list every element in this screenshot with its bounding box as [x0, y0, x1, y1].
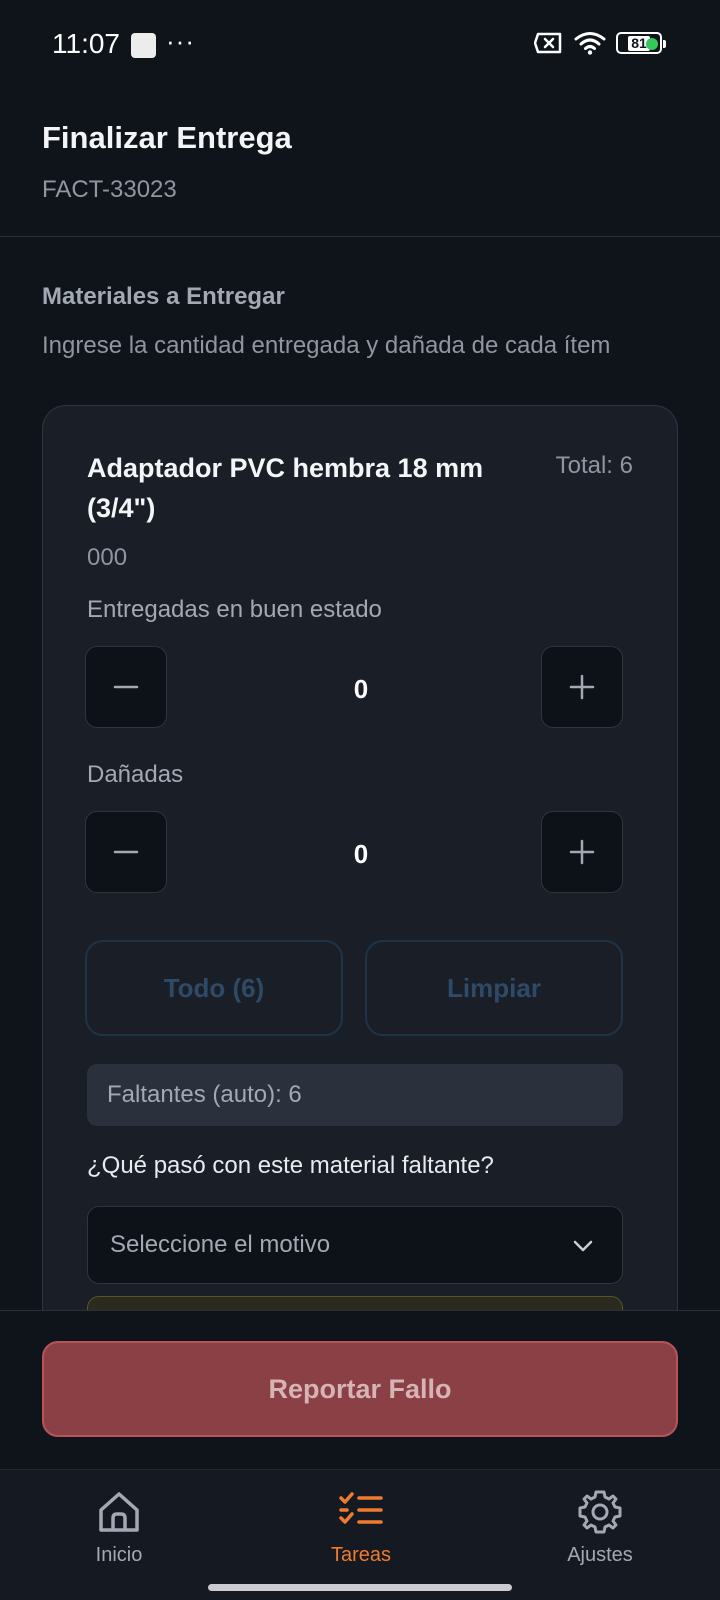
- notification-square-icon: [131, 33, 156, 58]
- nav-item-inicio[interactable]: Inicio: [39, 1488, 199, 1567]
- nav-label-inicio: Inicio: [95, 1544, 143, 1566]
- report-failure-button[interactable]: Reportar Fallo: [42, 1341, 678, 1437]
- page-header: Finalizar Entrega FACT-33023: [0, 90, 720, 237]
- page-title: Finalizar Entrega: [42, 120, 292, 155]
- wifi-icon: [574, 32, 606, 55]
- action-footer: Reportar Fallo: [0, 1310, 720, 1470]
- section-title: Materiales a Entregar: [42, 283, 285, 310]
- status-time: 11:07: [52, 28, 120, 59]
- damaged-quantity-label: Dañadas: [87, 761, 184, 788]
- home-indicator[interactable]: [208, 1584, 512, 1591]
- task-list-icon: [339, 1492, 383, 1524]
- material-total: Total: 6: [555, 452, 633, 479]
- good-quantity-value: 0: [353, 674, 369, 704]
- status-bar: 11:07 ··· 81: [0, 0, 720, 90]
- fill-all-button[interactable]: Todo (6): [85, 940, 343, 1036]
- nav-item-tareas[interactable]: Tareas: [281, 1488, 441, 1567]
- plus-icon: [569, 674, 595, 700]
- good-increment-button[interactable]: [541, 646, 623, 728]
- minus-icon: [113, 850, 139, 854]
- nav-label-tareas: Tareas: [330, 1544, 392, 1566]
- damaged-quantity-value: 0: [353, 839, 369, 869]
- damaged-decrement-button[interactable]: [85, 811, 167, 893]
- material-name: Adaptador PVC hembra 18 mm (3/4"): [87, 453, 484, 523]
- bottom-navigation: Inicio Tareas Ajustes: [0, 1469, 720, 1600]
- nav-item-ajustes[interactable]: Ajustes: [520, 1488, 680, 1567]
- gear-icon: [578, 1490, 622, 1534]
- material-code: 000: [87, 544, 128, 571]
- missing-reason-question: ¿Qué pasó con este material faltante?: [87, 1152, 494, 1179]
- missing-quantity-box: Faltantes (auto): 6: [87, 1064, 623, 1126]
- nav-label-ajustes: Ajustes: [567, 1544, 633, 1566]
- good-quantity-label: Entregadas en buen estado: [87, 596, 382, 623]
- no-sim-icon: [534, 32, 562, 54]
- clear-button[interactable]: Limpiar: [365, 940, 623, 1036]
- home-icon: [99, 1492, 139, 1532]
- select-placeholder: Seleccione el motivo: [110, 1231, 331, 1258]
- minus-icon: [113, 685, 139, 689]
- status-icons: 81: [534, 31, 666, 55]
- chevron-down-icon: [573, 1240, 593, 1252]
- missing-quantity-label: Faltantes (auto): 6: [107, 1081, 302, 1108]
- invoice-number: FACT-33023: [42, 176, 177, 203]
- good-decrement-button[interactable]: [85, 646, 167, 728]
- privacy-indicator-dot: [646, 38, 658, 50]
- missing-reason-select[interactable]: Seleccione el motivo: [87, 1206, 623, 1284]
- section-description: Ingrese la cantidad entregada y dañada d…: [42, 332, 611, 359]
- plus-icon: [569, 839, 595, 865]
- material-card: Adaptador PVC hembra 18 mm (3/4") Total:…: [42, 405, 678, 1335]
- damaged-increment-button[interactable]: [541, 811, 623, 893]
- status-more-dots: ···: [166, 26, 195, 56]
